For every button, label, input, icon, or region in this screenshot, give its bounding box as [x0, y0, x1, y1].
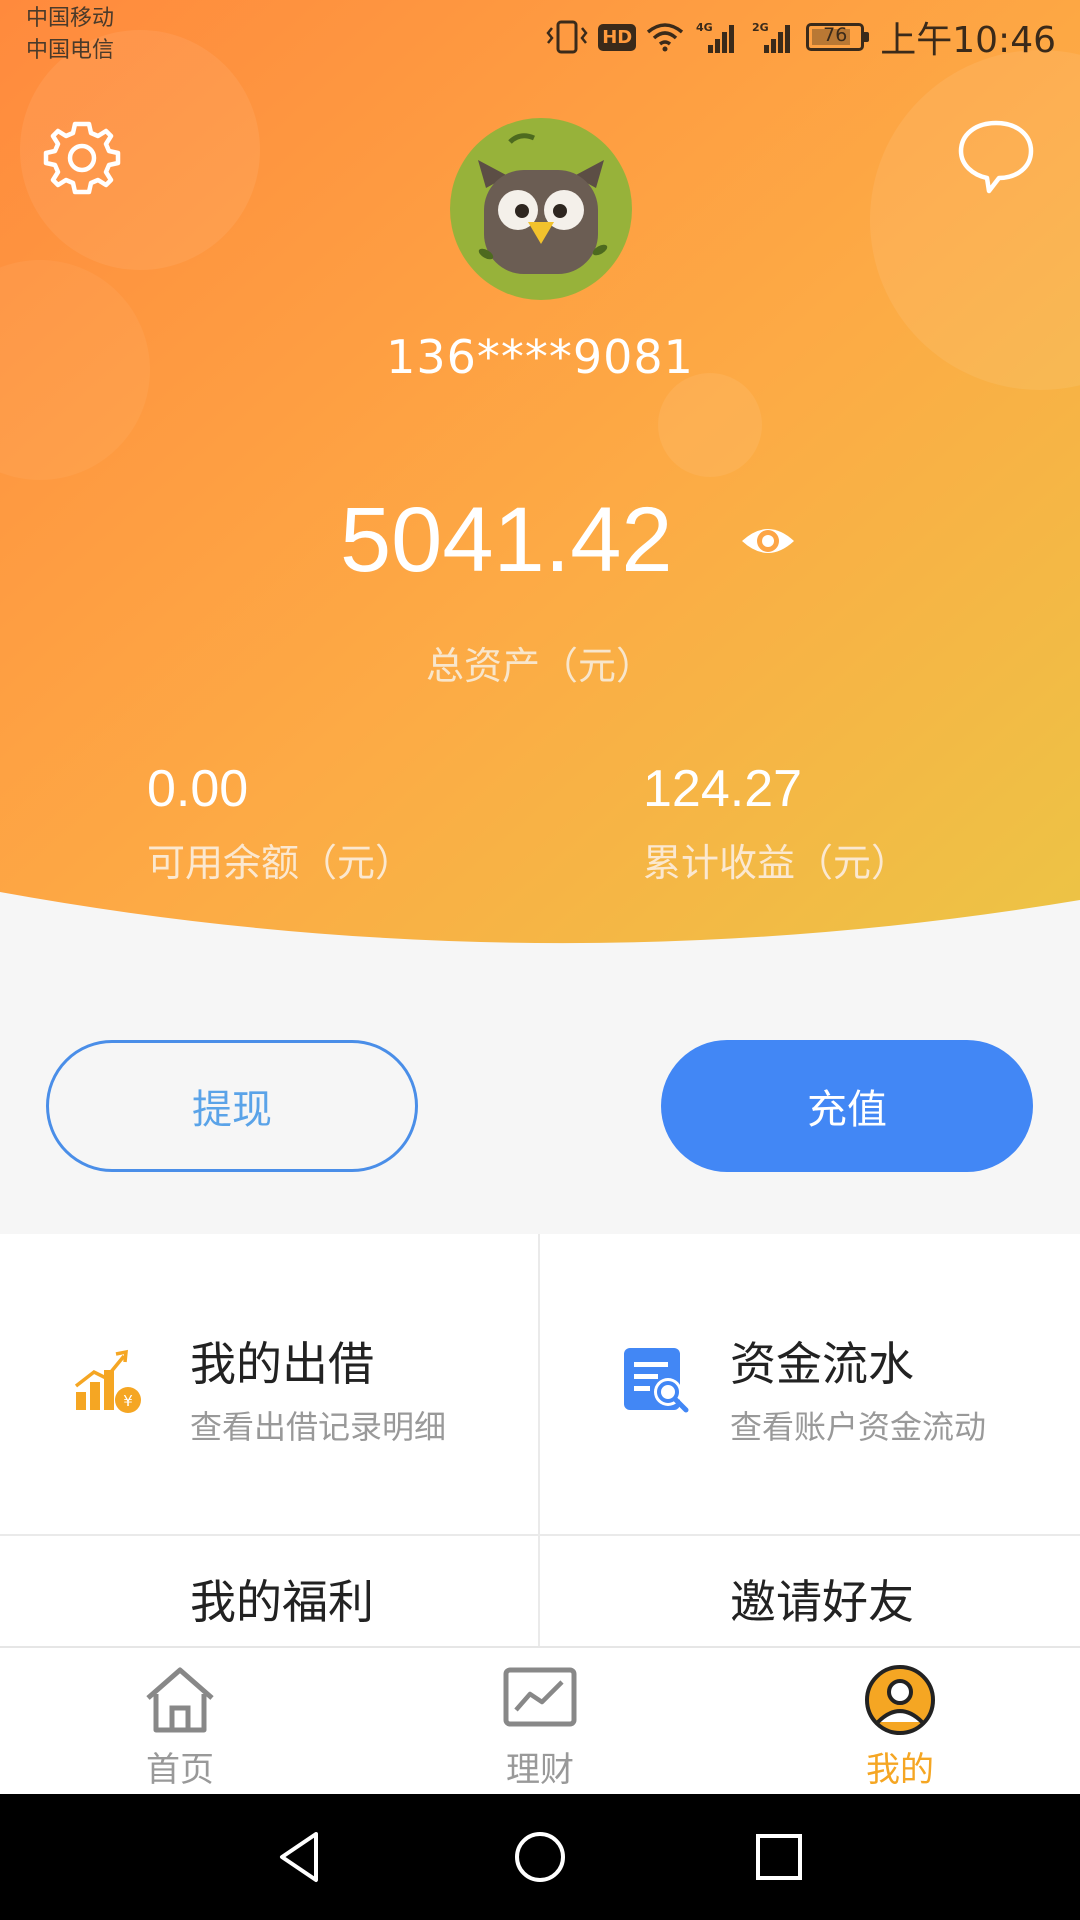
cumulative-earnings: 124.27 累计收益（元） [643, 758, 909, 887]
tab-label: 首页 [146, 1750, 214, 1790]
my-benefits-item[interactable]: 我的福利 [0, 1536, 538, 1646]
grid-title: 邀请好友 [730, 1575, 914, 1629]
account-header: 中国移动 中国电信 HD 4G 2G 76 上午10:46 136****908… [0, 0, 1080, 950]
carrier-2: 中国电信 [26, 38, 115, 63]
withdraw-button[interactable]: 提现 [46, 1040, 418, 1172]
home-button-icon[interactable] [507, 1824, 573, 1890]
svg-text:¥: ¥ [123, 1392, 133, 1410]
bottom-tab-bar: 首页 理财 我的 [0, 1646, 1080, 1794]
fund-flow-item[interactable]: 资金流水 查看账户资金流动 [540, 1234, 1078, 1534]
home-icon [146, 1667, 214, 1733]
cumulative-earnings-label: 累计收益（元） [643, 841, 910, 885]
document-search-icon [624, 1348, 689, 1413]
total-assets-value: 5041.42 [340, 489, 673, 591]
gear-icon[interactable] [42, 118, 122, 198]
phone-number: 136****9081 [386, 330, 694, 384]
tab-label: 理财 [506, 1750, 574, 1790]
hd-badge: HD [598, 23, 637, 51]
back-icon[interactable] [268, 1824, 334, 1890]
grid-title: 资金流水 [730, 1337, 914, 1391]
owl-avatar-icon [478, 133, 608, 274]
clock: 上午10:46 [880, 20, 1056, 61]
eye-icon[interactable] [740, 513, 796, 569]
recharge-button[interactable]: 充值 [661, 1040, 1033, 1172]
tab-home[interactable]: 首页 [80, 1648, 280, 1794]
tab-finance[interactable]: 理财 [440, 1648, 640, 1794]
recents-icon[interactable] [746, 1824, 812, 1890]
avatar[interactable] [450, 118, 632, 300]
status-bar: 中国移动 中国电信 HD 4G 2G 76 上午10:46 [0, 0, 1080, 74]
net-4g-label: 4G [696, 21, 713, 34]
system-navigation-bar [0, 1794, 1080, 1920]
bar-chart-yen-icon: ¥ [74, 1349, 141, 1413]
grid-title: 我的福利 [190, 1575, 374, 1629]
my-lending-item[interactable]: ¥ 我的出借 查看出借记录明细 [0, 1234, 538, 1534]
tab-label: 我的 [866, 1750, 934, 1790]
invite-friends-item[interactable]: 邀请好友 [540, 1536, 1078, 1646]
available-balance: 0.00 可用余额（元） [147, 758, 413, 887]
total-assets-label: 总资产（元） [425, 644, 654, 688]
chat-bubble-icon[interactable] [955, 115, 1037, 197]
grid-divider-vertical [538, 1234, 540, 1646]
wifi-icon [647, 23, 684, 52]
signal-4g-icon: 4G [696, 21, 735, 53]
vibrate-icon [546, 20, 588, 54]
chart-icon [503, 1667, 577, 1727]
grid-desc: 查看账户资金流动 [730, 1408, 987, 1446]
grid-divider-horizontal [0, 1534, 1080, 1536]
grid-desc: 查看出借记录明细 [190, 1408, 447, 1446]
cumulative-earnings-value: 124.27 [643, 760, 803, 818]
total-assets-row: 5041.42 [0, 485, 1080, 595]
grid-title: 我的出借 [190, 1337, 374, 1391]
carrier-1: 中国移动 [26, 6, 115, 31]
feature-grid: ¥ 我的出借 查看出借记录明细 资金流水 查看账户资金流动 我的福利 邀请好友 [0, 1234, 1080, 1646]
status-icons: HD 4G 2G 76 上午10:46 [546, 14, 1056, 61]
available-balance-label: 可用余额（元） [147, 841, 414, 885]
tab-mine[interactable]: 我的 [800, 1648, 1000, 1794]
signal-2g-icon: 2G [752, 21, 791, 53]
user-icon [865, 1665, 935, 1735]
battery-icon: 76 [806, 23, 870, 51]
battery-level: 76 [823, 24, 848, 46]
net-2g-label: 2G [752, 21, 769, 34]
available-balance-value: 0.00 [147, 760, 249, 818]
